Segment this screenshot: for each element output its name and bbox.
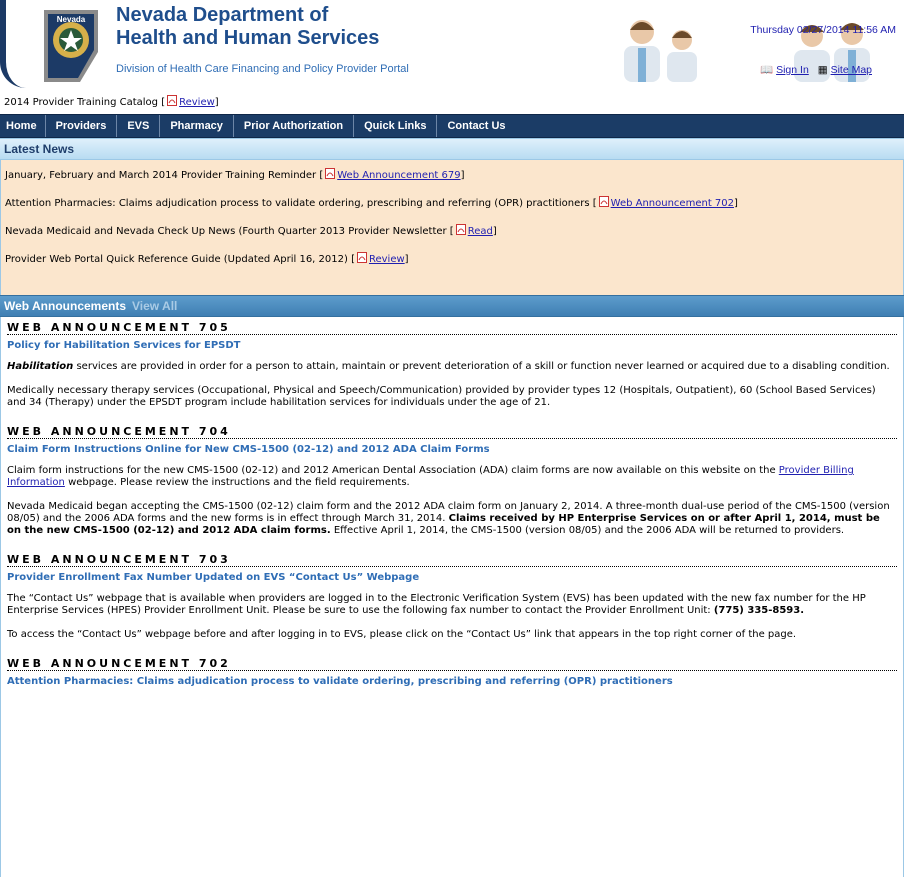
- news-close: ]: [734, 198, 738, 209]
- org-title: Nevada Department of Health and Human Se…: [116, 4, 379, 50]
- header-swoosh: [0, 0, 26, 88]
- news-item: January, February and March 2014 Provide…: [5, 162, 899, 190]
- news-text: January, February and March 2014 Provide…: [5, 170, 324, 181]
- main-nav: Home Providers EVS Pharmacy Prior Author…: [0, 114, 904, 138]
- news-link[interactable]: Review: [369, 254, 405, 265]
- tab-evs[interactable]: EVS: [117, 115, 161, 137]
- announcement-label: WEB ANNOUNCEMENT 705: [7, 317, 897, 335]
- pdf-icon: [167, 95, 178, 106]
- paragraph-text: Claim form instructions for the new CMS-…: [7, 465, 779, 476]
- news-text: Attention Pharmacies: Claims adjudicatio…: [5, 198, 597, 209]
- paragraph-text: services are provided in order for a per…: [73, 361, 890, 372]
- news-item: Nevada Medicaid and Nevada Check Up News…: [5, 218, 899, 246]
- site-map-link[interactable]: Site Map: [831, 64, 872, 76]
- pdf-icon: [598, 196, 609, 207]
- tab-quick-links[interactable]: Quick Links: [354, 115, 438, 137]
- announcement-paragraph: Habilitation services are provided in or…: [7, 361, 897, 373]
- org-title-line2: Health and Human Services: [116, 27, 380, 49]
- tab-providers[interactable]: Providers: [46, 115, 118, 137]
- news-close: ]: [404, 254, 409, 265]
- latest-news-panel: January, February and March 2014 Provide…: [0, 160, 904, 295]
- training-catalog-line: 2014 Provider Training Catalog [ Review]: [0, 90, 904, 110]
- announcement-label: WEB ANNOUNCEMENT 703: [7, 549, 897, 567]
- pdf-icon: [455, 224, 466, 235]
- news-text: Nevada Medicaid and Nevada Check Up News…: [5, 226, 454, 237]
- sitemap-icon: ▦: [817, 64, 828, 76]
- announcement-title: Claim Form Instructions Online for New C…: [7, 444, 490, 455]
- web-announcements-heading: Web Announcements View All: [0, 295, 904, 317]
- book-icon: 📖: [760, 64, 774, 76]
- announcement-paragraph: To access the “Contact Us” webpage befor…: [7, 629, 797, 640]
- sign-in-link[interactable]: Sign In: [776, 64, 809, 76]
- paragraph-text: Effective April 1, 2014, the CMS-1500 (v…: [330, 525, 845, 536]
- news-link[interactable]: Web Announcement 702: [611, 198, 734, 209]
- latest-news-heading: Latest News: [0, 138, 904, 160]
- view-all-link[interactable]: View All: [132, 299, 177, 313]
- announcement-paragraph: Claim form instructions for the new CMS-…: [7, 465, 897, 489]
- announcement-paragraph: The “Contact Us” webpage that is availab…: [7, 593, 897, 617]
- org-title-line1: Nevada Department of: [116, 4, 329, 26]
- announcement-label: WEB ANNOUNCEMENT 702: [7, 653, 897, 671]
- announcement-paragraph: Medically necessary therapy services (Oc…: [7, 385, 876, 408]
- current-datetime: Thursday 02/27/2014 11:56 AM: [750, 24, 896, 36]
- habilitation-term: Habilitation: [7, 361, 74, 372]
- web-announcements-title: Web Announcements: [4, 299, 127, 313]
- tab-prior-authorization[interactable]: Prior Authorization: [234, 115, 355, 137]
- latest-news-title: Latest News: [4, 142, 75, 156]
- announcement-paragraph: Nevada Medicaid began accepting the CMS-…: [7, 501, 897, 537]
- header-links: 📖 Sign In ▦ Site Map: [754, 63, 872, 76]
- org-subtitle: Division of Health Care Financing and Po…: [116, 63, 409, 75]
- svg-text:Nevada: Nevada: [57, 15, 86, 24]
- announcement-title: Attention Pharmacies: Claims adjudicatio…: [7, 676, 673, 687]
- paragraph-text: webpage. Please review the instructions …: [64, 477, 410, 488]
- news-text: Provider Web Portal Quick Reference Guid…: [5, 254, 355, 265]
- pdf-icon: [356, 252, 367, 263]
- tab-contact-us[interactable]: Contact Us: [437, 115, 515, 137]
- announcement-title: Policy for Habilitation Services for EPS…: [7, 340, 241, 351]
- news-item: Attention Pharmacies: Claims adjudicatio…: [5, 190, 899, 218]
- news-link[interactable]: Web Announcement 679: [337, 170, 460, 181]
- catalog-close: ]: [214, 97, 219, 108]
- tab-home[interactable]: Home: [4, 115, 46, 137]
- announcement-label: WEB ANNOUNCEMENT 704: [7, 421, 897, 439]
- news-item: Provider Web Portal Quick Reference Guid…: [5, 246, 899, 274]
- news-close: ]: [492, 226, 497, 237]
- fax-number: (775) 335-8593.: [713, 605, 805, 616]
- site-header: Nevada Nevada Department of Health and H…: [0, 0, 904, 88]
- tab-pharmacy[interactable]: Pharmacy: [160, 115, 234, 137]
- catalog-review-link[interactable]: Review: [179, 97, 215, 108]
- nevada-seal-logo: Nevada: [44, 10, 98, 82]
- announcement-title: Provider Enrollment Fax Number Updated o…: [7, 572, 420, 583]
- news-close: ]: [460, 170, 465, 181]
- news-link[interactable]: Read: [468, 226, 493, 237]
- pdf-icon: [325, 168, 336, 179]
- catalog-text: 2014 Provider Training Catalog [: [4, 97, 166, 108]
- announcements-panel: WEB ANNOUNCEMENT 705 Policy for Habilita…: [0, 317, 904, 877]
